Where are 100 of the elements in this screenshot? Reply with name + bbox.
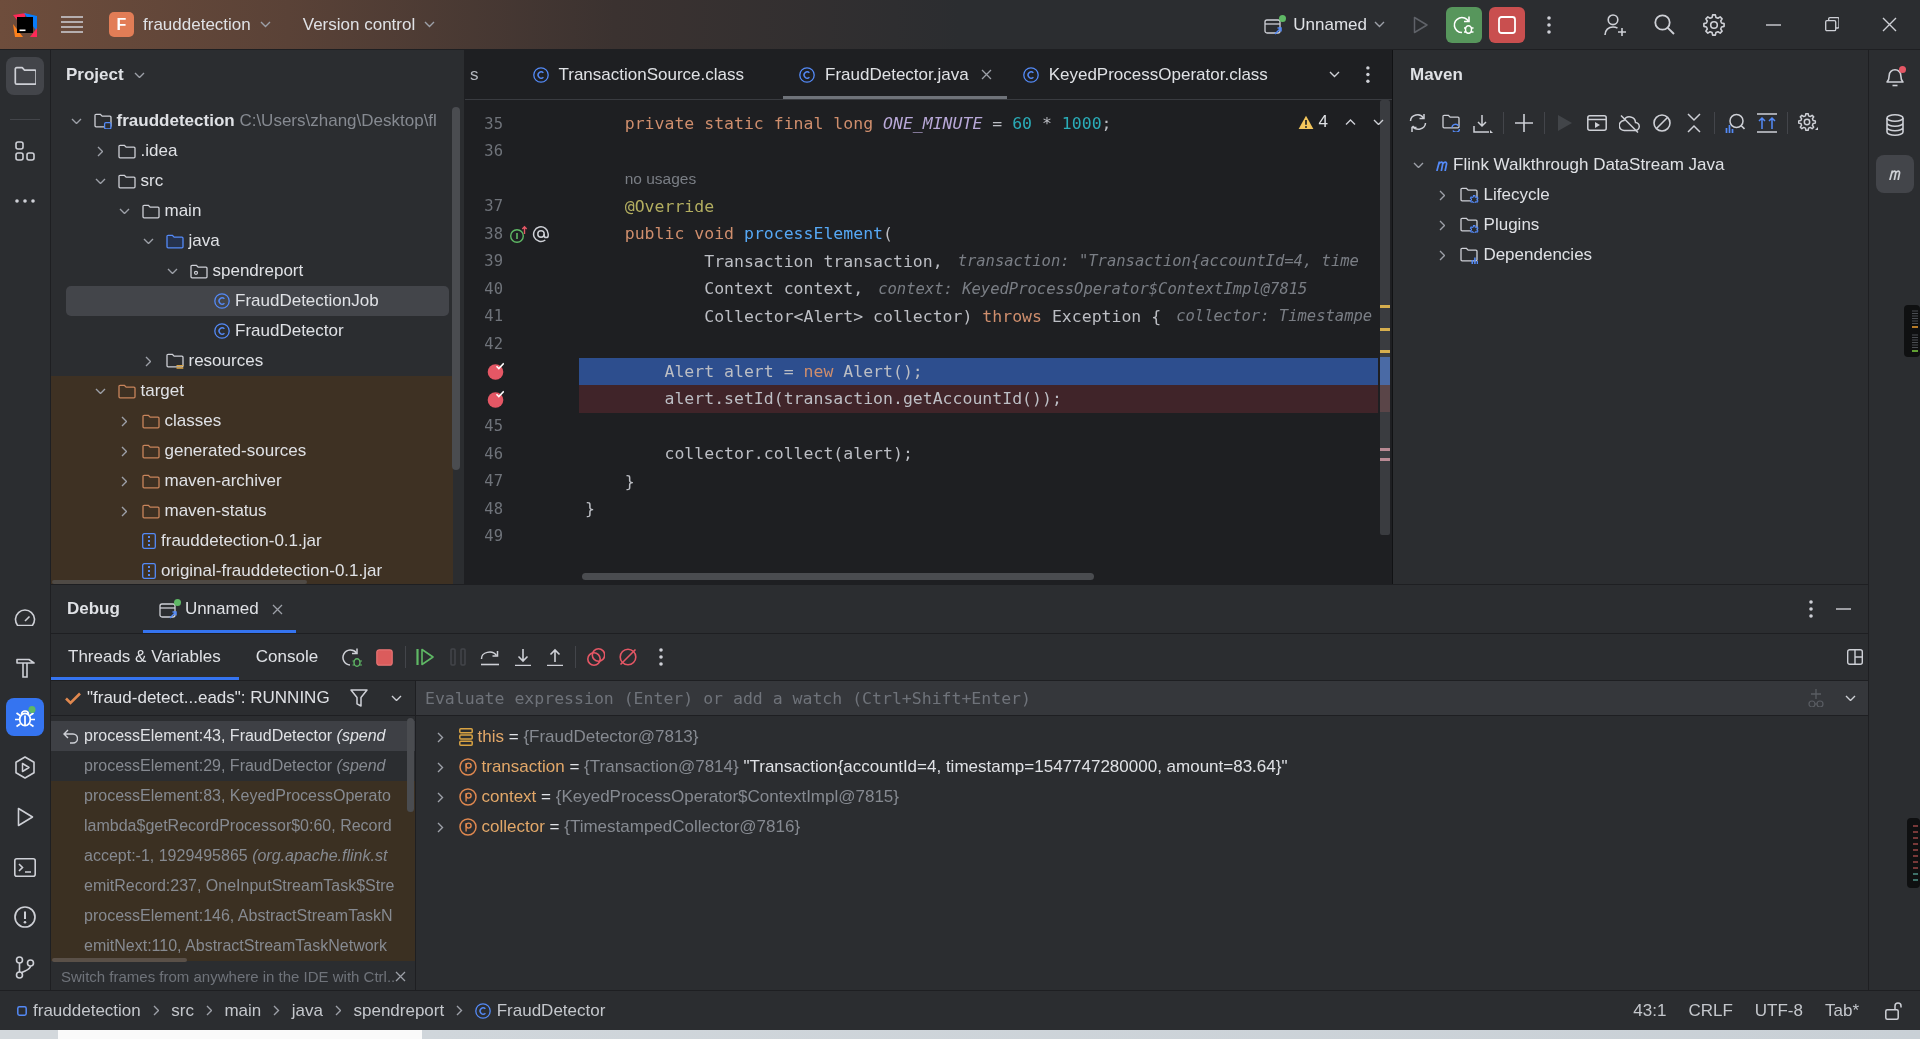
tree-item[interactable]: original-frauddetection-0.1.jar (51, 556, 453, 584)
chevron-icon[interactable] (437, 731, 444, 743)
status-item[interactable]: CRLF (1688, 1000, 1733, 1021)
vertical-scrollbar[interactable] (452, 107, 460, 470)
more-icon[interactable] (1366, 65, 1370, 84)
tree-item[interactable]: spendreport (51, 256, 453, 286)
chevron-icon[interactable] (94, 387, 106, 395)
breadcrumb[interactable]: FraudDetector (474, 1000, 606, 1021)
arrows-up-icon[interactable] (1757, 113, 1778, 133)
tree-item[interactable]: src (51, 166, 453, 196)
vcs-dropdown[interactable]: Version control (302, 14, 436, 35)
search-icon[interactable] (1653, 14, 1675, 35)
breadcrumb[interactable]: spendreport (353, 1000, 445, 1021)
chevron-up-icon[interactable] (1345, 118, 1356, 126)
mute-breakpoints-icon[interactable] (619, 648, 638, 666)
frame-item[interactable]: emitNext:110, AbstractStreamTaskNetwork (51, 931, 415, 961)
execute-icon[interactable] (1586, 115, 1607, 131)
variable-item[interactable]: collector = {TimestampedCollector@7816} (416, 812, 1868, 842)
chevron-icon[interactable] (1438, 249, 1446, 261)
step-out-icon[interactable] (546, 647, 565, 667)
slashed-circle-icon[interactable] (1652, 114, 1671, 132)
frame-item[interactable]: processElement:29, FraudDetector (spend (51, 751, 415, 781)
chevron-icon[interactable] (120, 475, 128, 487)
usages-hint[interactable]: no usages (624, 169, 697, 188)
tree-item[interactable]: FraudDetectionJob (66, 286, 449, 316)
editor-tab[interactable]: FraudDetector.java (783, 50, 1007, 99)
breakpoint-icon[interactable] (486, 389, 504, 408)
menu-icon[interactable] (61, 16, 83, 33)
evaluate-field[interactable]: Evaluate expression (Enter) or add a watch (Ctrl+Shift+Enter) (416, 681, 1868, 716)
frame-item[interactable]: lambda$getRecordProcessor$0:60, Record (51, 811, 415, 841)
editor-tab[interactable]: KeyedProcessOperator.class (1006, 50, 1307, 99)
project-switcher[interactable]: frauddetection (143, 14, 271, 35)
variable-item[interactable]: context = {KeyedProcessOperator$ContextImpl@7815} (416, 782, 1868, 812)
horizontal-scrollbar[interactable] (52, 958, 187, 962)
breakpoints-icon[interactable] (586, 648, 606, 666)
chevron-icon[interactable] (144, 355, 152, 367)
implements-icon[interactable] (510, 224, 528, 243)
view-tab[interactable]: Console (238, 634, 337, 680)
more-icon[interactable] (1546, 15, 1551, 34)
chevron-down-icon[interactable] (391, 694, 402, 702)
folder-sync-icon[interactable] (1441, 114, 1460, 132)
tree-item[interactable]: Dependencies (1393, 240, 1868, 270)
rerun-icon[interactable] (342, 647, 363, 667)
structure-icon[interactable] (15, 141, 35, 161)
warning-count[interactable]: 4 (1318, 112, 1328, 132)
tree-item[interactable]: .idea (51, 136, 453, 166)
reload-icon[interactable] (1408, 113, 1429, 133)
chevron-icon[interactable] (120, 505, 128, 517)
frame-item[interactable]: processElement:83, KeyedProcessOperato (51, 781, 415, 811)
chevron-down-icon[interactable] (1373, 118, 1384, 126)
status-item[interactable]: UTF-8 (1754, 1000, 1803, 1021)
chevron-down-icon[interactable] (1329, 71, 1341, 78)
status-item[interactable]: Tab* (1824, 1000, 1859, 1021)
chevron-icon[interactable] (1438, 189, 1446, 201)
chevron-down-icon[interactable] (1845, 694, 1856, 702)
horizontal-scrollbar[interactable] (582, 573, 1094, 580)
vertical-scrollbar[interactable] (1380, 100, 1390, 535)
close-icon[interactable] (1882, 17, 1897, 32)
resume-icon[interactable] (416, 648, 435, 666)
bell-icon[interactable] (1883, 65, 1906, 87)
chevron-icon[interactable] (437, 761, 444, 773)
chevron-icon[interactable] (120, 415, 128, 427)
branch-icon[interactable] (15, 955, 35, 979)
breadcrumb[interactable]: src (171, 1000, 194, 1021)
frame-item[interactable]: processElement:43, FraudDetector (spend (51, 721, 415, 751)
session-tab[interactable]: Unnamed (142, 585, 296, 633)
horizontal-scrollbar[interactable] (52, 580, 307, 584)
chevron-icon[interactable] (120, 445, 128, 457)
exclamation-icon[interactable] (14, 906, 36, 928)
stop-button[interactable] (1488, 6, 1525, 43)
debug-button[interactable] (1445, 6, 1482, 43)
tree-item[interactable]: maven-archiver (51, 466, 453, 496)
editor-tab[interactable]: s (465, 50, 517, 99)
breadcrumb[interactable]: frauddetection (17, 1000, 141, 1021)
layout-icon[interactable] (1847, 649, 1863, 665)
tree-item[interactable]: target (51, 376, 453, 406)
chevron-icon[interactable] (1412, 161, 1424, 169)
tree-item[interactable]: frauddetection C:\Users\zhang\Desktop\fl (51, 106, 453, 136)
breadcrumb[interactable]: main (224, 1000, 262, 1021)
maven-icon[interactable] (1875, 155, 1914, 193)
chevron-icon[interactable] (142, 237, 154, 245)
frame-item[interactable]: emitRecord:237, OneInputStreamTask$Stre (51, 871, 415, 901)
database-icon[interactable] (1885, 114, 1904, 136)
hexagon-play-icon[interactable] (14, 755, 36, 779)
settings-icon[interactable] (1702, 13, 1725, 36)
tree-item[interactable]: maven-status (51, 496, 453, 526)
tree-item[interactable]: generated-sources (51, 436, 453, 466)
status-item[interactable]: 43:1 (1633, 1000, 1667, 1021)
tree-item[interactable]: Lifecycle (1393, 180, 1868, 210)
frame-item[interactable]: processElement:146, AbstractStreamTaskN (51, 901, 415, 931)
step-into-icon[interactable] (513, 647, 532, 667)
chevron-icon[interactable] (1438, 219, 1446, 231)
variable-item[interactable]: this = {FraudDetector@7813} (416, 722, 1868, 752)
close-icon[interactable] (395, 970, 407, 982)
panel-title-dropdown[interactable]: Project (66, 65, 145, 85)
chevron-icon[interactable] (166, 267, 178, 275)
tree-item[interactable]: FraudDetector (51, 316, 453, 346)
chevron-icon[interactable] (96, 145, 104, 157)
tree-item[interactable]: frauddetection-0.1.jar (51, 526, 453, 556)
unlocked-padlock-icon[interactable] (1885, 1001, 1902, 1020)
